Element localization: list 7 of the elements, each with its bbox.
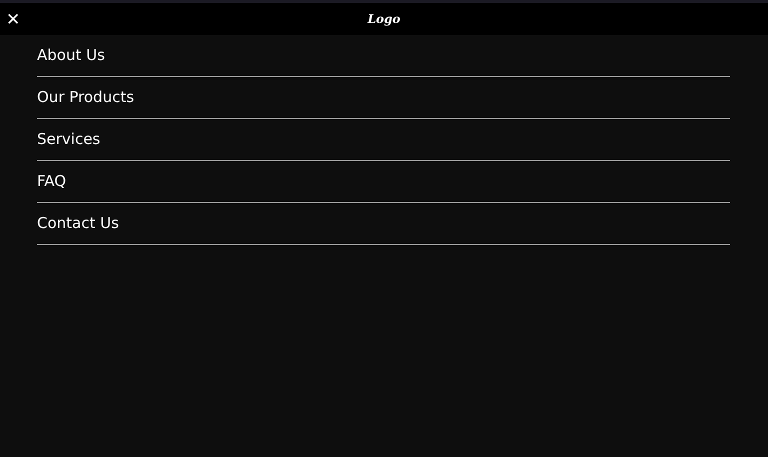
- close-button[interactable]: ✕: [2, 10, 24, 28]
- menu-item[interactable]: About Us: [37, 35, 730, 77]
- menu-item[interactable]: FAQ: [37, 161, 730, 203]
- menu-item[interactable]: Services: [37, 119, 730, 161]
- menu-item[interactable]: Contact Us: [37, 203, 730, 245]
- logo: Logo: [368, 12, 400, 26]
- menu-item[interactable]: Our Products: [37, 77, 730, 119]
